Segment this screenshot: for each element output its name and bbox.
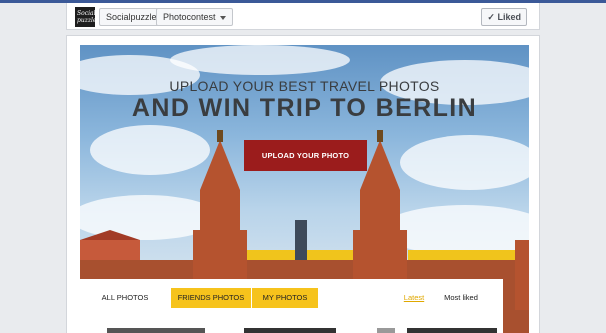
sort-most-liked[interactable]: Most liked [436, 288, 486, 308]
photo-thumbnail[interactable] [377, 328, 395, 333]
sort-latest[interactable]: Latest [398, 288, 430, 308]
photo-thumbnail[interactable] [244, 328, 336, 333]
hero-subtitle: UPLOAD YOUR BEST TRAVEL PHOTOS [169, 78, 440, 94]
right-turret [515, 240, 529, 310]
upload-photo-button[interactable]: UPLOAD YOUR PHOTO [244, 140, 367, 171]
breadcrumb-page-label: Photocontest [163, 12, 216, 22]
liked-label: Liked [497, 12, 521, 22]
photo-thumbnail[interactable] [407, 328, 497, 333]
app-logo[interactable]: Social puzzle [75, 7, 95, 27]
photo-filter-tabs: ALL PHOTOS FRIENDS PHOTOS MY PHOTOS Late… [80, 279, 503, 333]
chevron-down-icon [219, 15, 226, 20]
tab-my-photos[interactable]: MY PHOTOS [252, 288, 318, 308]
breadcrumb-app[interactable]: Socialpuzzle [99, 8, 164, 26]
page-header: Social puzzle Socialpuzzle Photocontest … [66, 3, 540, 30]
liked-button[interactable]: ✓ Liked [481, 8, 527, 26]
hero-title: AND WIN TRIP TO BERLIN [131, 94, 478, 122]
photo-thumbnail[interactable] [107, 328, 205, 333]
breadcrumb-page-dropdown[interactable]: Photocontest [156, 8, 233, 26]
tab-friends-photos[interactable]: FRIENDS PHOTOS [171, 288, 251, 308]
tab-all-photos[interactable]: ALL PHOTOS [89, 288, 161, 308]
check-icon: ✓ [487, 12, 495, 22]
content-card: UPLOAD YOUR BEST TRAVEL PHOTOS AND WIN T… [66, 35, 540, 333]
